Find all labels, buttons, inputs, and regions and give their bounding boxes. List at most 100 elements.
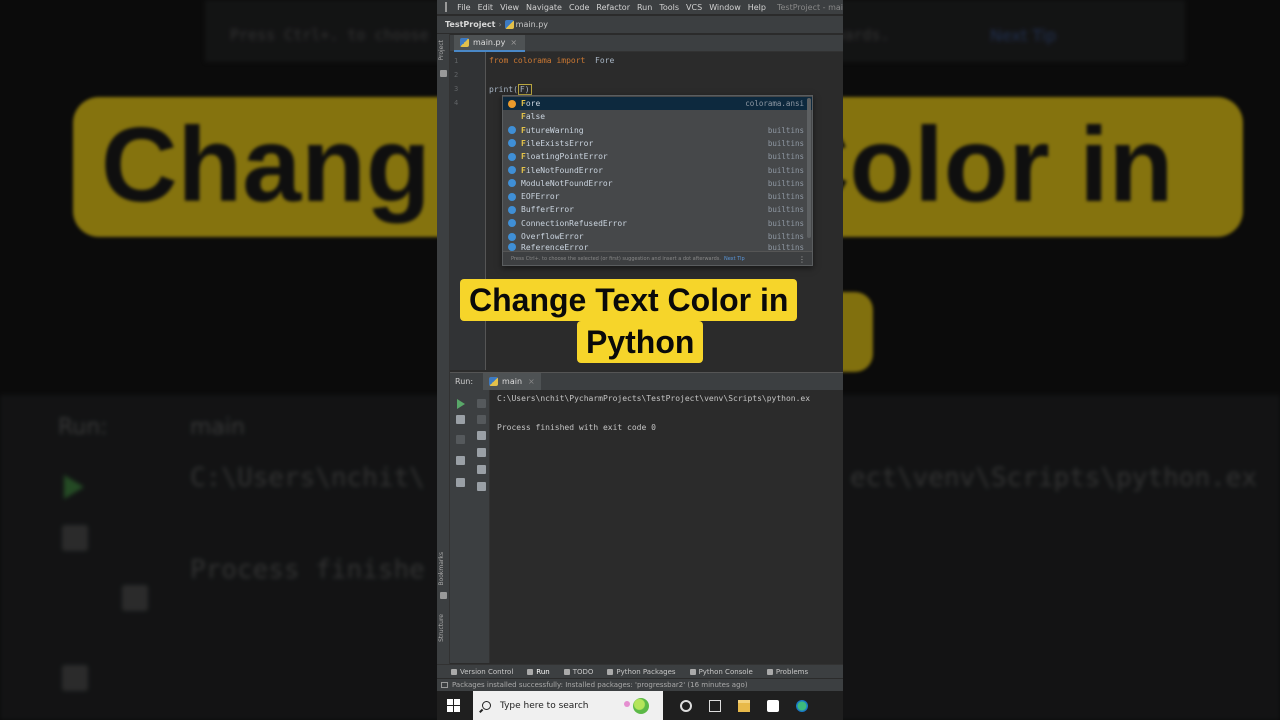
tab-python-packages[interactable]: Python Packages [607, 668, 676, 676]
menu-code[interactable]: Code [569, 3, 589, 12]
bg-wrench-icon [62, 525, 88, 551]
autocomplete-item[interactable]: FileNotFoundError builtins [503, 164, 812, 177]
autocomplete-item-name: FutureWarning [521, 125, 584, 135]
class-icon [508, 205, 516, 214]
run-tab-label: main [502, 377, 523, 386]
autocomplete-item-name: FileNotFoundError [521, 165, 603, 175]
edge-icon[interactable] [796, 699, 808, 712]
code-line-text: from colorama import Fore [489, 56, 615, 65]
autocomplete-item-name: OverflowError [521, 232, 584, 241]
print-icon[interactable] [477, 465, 486, 474]
pycharm-app-icon[interactable] [445, 2, 448, 12]
menu-refactor[interactable]: Refactor [596, 3, 630, 12]
popup-scrollbar[interactable] [807, 98, 811, 238]
autocomplete-item-source: builtins [767, 125, 804, 135]
trash-icon[interactable] [477, 482, 486, 491]
run-tab-main[interactable]: main × [483, 373, 541, 390]
editor-tab-bar: main.py × [450, 35, 843, 52]
python-file-icon [504, 20, 514, 29]
menu-file[interactable]: File [457, 3, 470, 12]
class-icon [508, 126, 516, 135]
project-tool-tab[interactable]: Project [438, 40, 445, 61]
autocomplete-item[interactable]: BufferError builtins [503, 203, 812, 216]
bg-process-text: Process finishe [190, 555, 425, 585]
tab-python-console[interactable]: Python Console [689, 668, 753, 676]
line-number: 4 [454, 99, 459, 107]
autocomplete-item-source: builtins [767, 218, 804, 228]
window-icon[interactable] [441, 682, 448, 688]
breadcrumb-project[interactable]: TestProject [445, 20, 495, 29]
menu-window[interactable]: Window [709, 3, 741, 12]
autocomplete-item[interactable]: FloatingPointError builtins [503, 150, 812, 163]
windows-start-icon[interactable] [447, 699, 460, 712]
autocomplete-item-source: builtins [767, 192, 804, 202]
menu-run[interactable]: Run [637, 3, 652, 12]
autocomplete-item-source: builtins [767, 165, 804, 175]
menu-edit[interactable]: Edit [478, 3, 494, 12]
tab-todo[interactable]: TODO [563, 668, 593, 676]
autocomplete-item-source: builtins [767, 178, 804, 188]
window-title: TestProject - mai [776, 2, 843, 12]
more-options-icon[interactable]: ⋮ [798, 255, 806, 264]
structure-tool-tab[interactable]: Structure [438, 614, 445, 642]
bookmarks-tool-tab[interactable]: Bookmarks [438, 552, 445, 586]
autocomplete-item[interactable]: Fore colorama.ansi [503, 97, 812, 110]
status-text[interactable]: Packages installed successfully: Install… [452, 681, 748, 689]
store-icon[interactable] [767, 699, 779, 712]
up-arrow-icon[interactable] [477, 399, 486, 408]
taskbar-search[interactable]: Type here to search [473, 691, 663, 720]
stop-icon[interactable] [456, 435, 465, 444]
search-highlight-dot-icon [624, 701, 630, 707]
bg-run-label: Run: [58, 415, 108, 440]
caption-line-2: Python [577, 321, 704, 363]
autocomplete-item[interactable]: EOFError builtins [503, 190, 812, 203]
status-bar: Packages installed successfully: Install… [437, 679, 843, 691]
cortana-icon[interactable] [680, 699, 692, 712]
branch-icon [451, 668, 457, 675]
search-highlight-icon [633, 698, 649, 714]
autocomplete-item[interactable]: FutureWarning builtins [503, 124, 812, 137]
bookmark-icon[interactable] [440, 592, 447, 599]
popup-hint-text: Press Ctrl+. to choose the selected (or … [511, 255, 721, 262]
autocomplete-item[interactable]: OverflowError builtins [503, 230, 812, 243]
python-file-icon [489, 377, 499, 386]
menu-help[interactable]: Help [748, 3, 766, 12]
rerun-icon[interactable] [457, 399, 465, 409]
run-label: Run: [455, 377, 474, 386]
class-icon [508, 113, 516, 121]
soft-wrap-icon[interactable] [477, 431, 486, 440]
left-tool-strip: Project Bookmarks Structure [437, 34, 450, 664]
class-icon [508, 152, 516, 161]
menu-vcs[interactable]: VCS [686, 3, 702, 12]
tab-problems[interactable]: Problems [766, 668, 808, 676]
autocomplete-item[interactable]: FileExistsError builtins [503, 137, 812, 150]
line-number: 3 [454, 85, 459, 93]
autocomplete-item[interactable]: ConnectionRefusedError builtins [503, 217, 812, 230]
next-tip-link[interactable]: Next Tip [724, 256, 745, 262]
menu-tools[interactable]: Tools [659, 3, 679, 12]
project-tool-icon[interactable] [440, 70, 447, 77]
tab-run[interactable]: Run [527, 668, 550, 676]
code-line-1[interactable]: from colorama import Fore [489, 56, 614, 65]
file-explorer-icon[interactable] [738, 699, 750, 712]
close-icon[interactable]: × [510, 38, 517, 47]
info-icon [766, 668, 773, 675]
close-icon[interactable]: × [528, 377, 535, 386]
bg-run-tab: main [190, 415, 245, 440]
pin-icon[interactable] [456, 478, 465, 487]
breadcrumb-file[interactable]: main.py [516, 20, 548, 29]
scroll-to-end-icon[interactable] [477, 448, 486, 457]
menu-navigate[interactable]: Navigate [526, 3, 562, 12]
autocomplete-item[interactable]: False [503, 110, 812, 123]
tab-main-py[interactable]: main.py × [454, 35, 526, 52]
caption-line-1: Change Text Color in [460, 279, 798, 321]
layout-icon[interactable] [456, 456, 465, 465]
wrench-icon[interactable] [456, 415, 465, 424]
down-arrow-icon[interactable] [477, 415, 486, 424]
menu-view[interactable]: View [500, 3, 519, 12]
task-view-icon[interactable] [709, 699, 721, 712]
code-line-3[interactable]: print(F) [489, 84, 532, 95]
autocomplete-item[interactable]: ModuleNotFoundError builtins [503, 177, 812, 190]
tab-version-control[interactable]: Version Control [451, 668, 513, 676]
class-icon [508, 179, 516, 188]
